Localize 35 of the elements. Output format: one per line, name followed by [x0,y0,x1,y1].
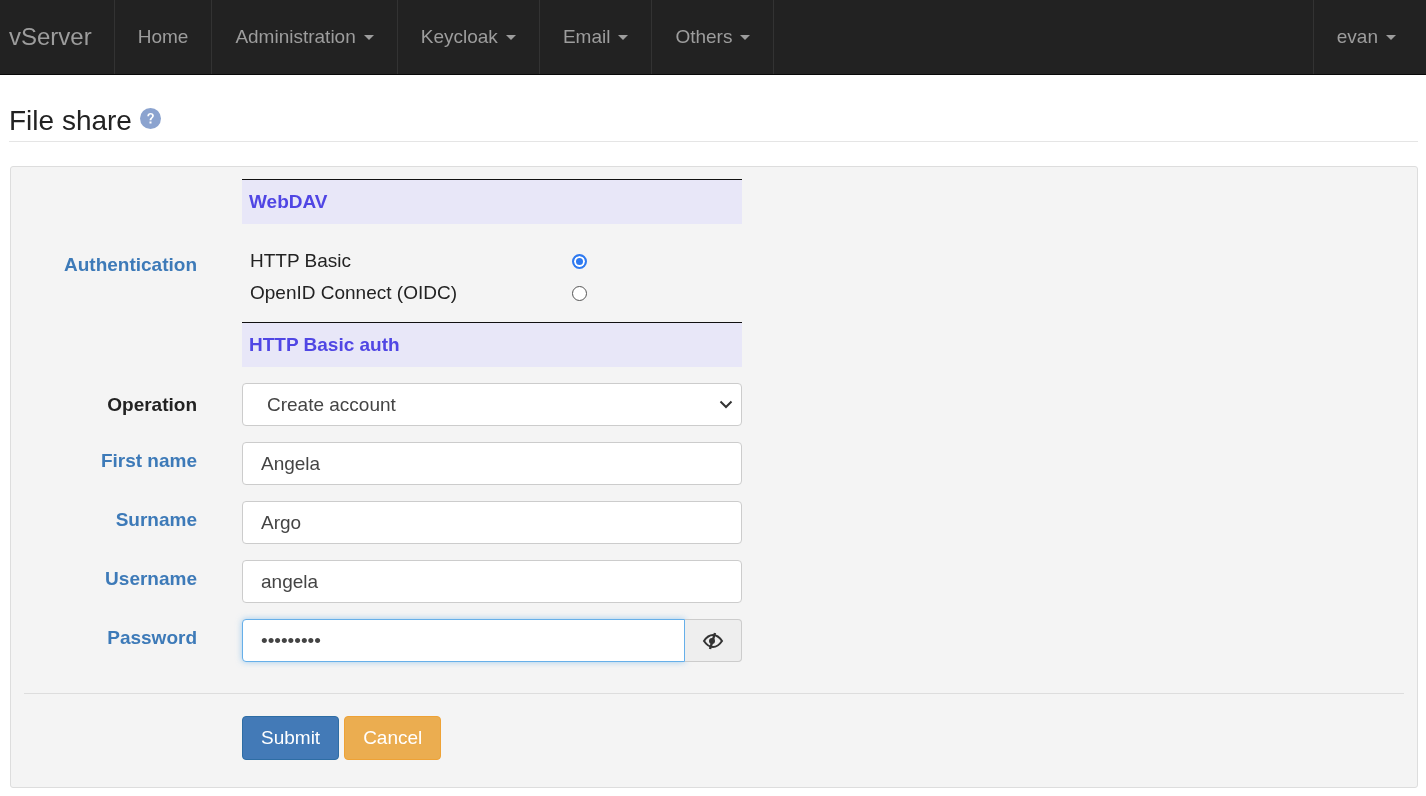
caret-icon [505,34,516,40]
caret-icon [740,34,751,40]
caret-icon [1386,34,1396,40]
field-label: Surname [114,508,197,531]
section-header: HTTP Basic auth [242,322,742,367]
chevron-down-icon [719,400,733,409]
radio-label: OpenID Connect (OIDC) [250,282,457,304]
nav-link[interactable]: Email [539,0,653,74]
nav-link[interactable]: Administration [212,0,398,74]
brand-link[interactable]: vServer [0,0,115,74]
nav-link[interactable]: Others [652,0,775,74]
operation-dropdown[interactable]: Create account [242,383,742,426]
field-label: Authentication [63,254,197,276]
field-label: Username [104,567,197,590]
page-title: File share [9,104,132,138]
section-header: WebDAV [242,179,742,224]
field-label: Password [106,626,197,649]
text-field[interactable]: angela [242,560,742,603]
password-field[interactable]: ••••••••• [242,619,685,662]
caret-icon [363,34,374,40]
toggle-visibility-button[interactable] [685,619,742,662]
field-label: First name [99,449,197,472]
text-field[interactable]: Argo [242,501,742,544]
radio-label: HTTP Basic [250,250,351,272]
text-field[interactable]: Angela [242,442,742,485]
help-icon[interactable] [139,107,161,129]
radio-button[interactable] [572,253,587,269]
nav-link[interactable]: Home [114,0,213,74]
submit-button[interactable]: Submit [242,716,340,760]
user-menu[interactable]: evan [1312,0,1426,74]
caret-icon [618,34,629,40]
eye-slash-icon [702,631,724,650]
nav-link[interactable]: Keycloak [397,0,540,74]
field-label: Operation [106,393,197,416]
radio-button[interactable] [572,285,587,301]
